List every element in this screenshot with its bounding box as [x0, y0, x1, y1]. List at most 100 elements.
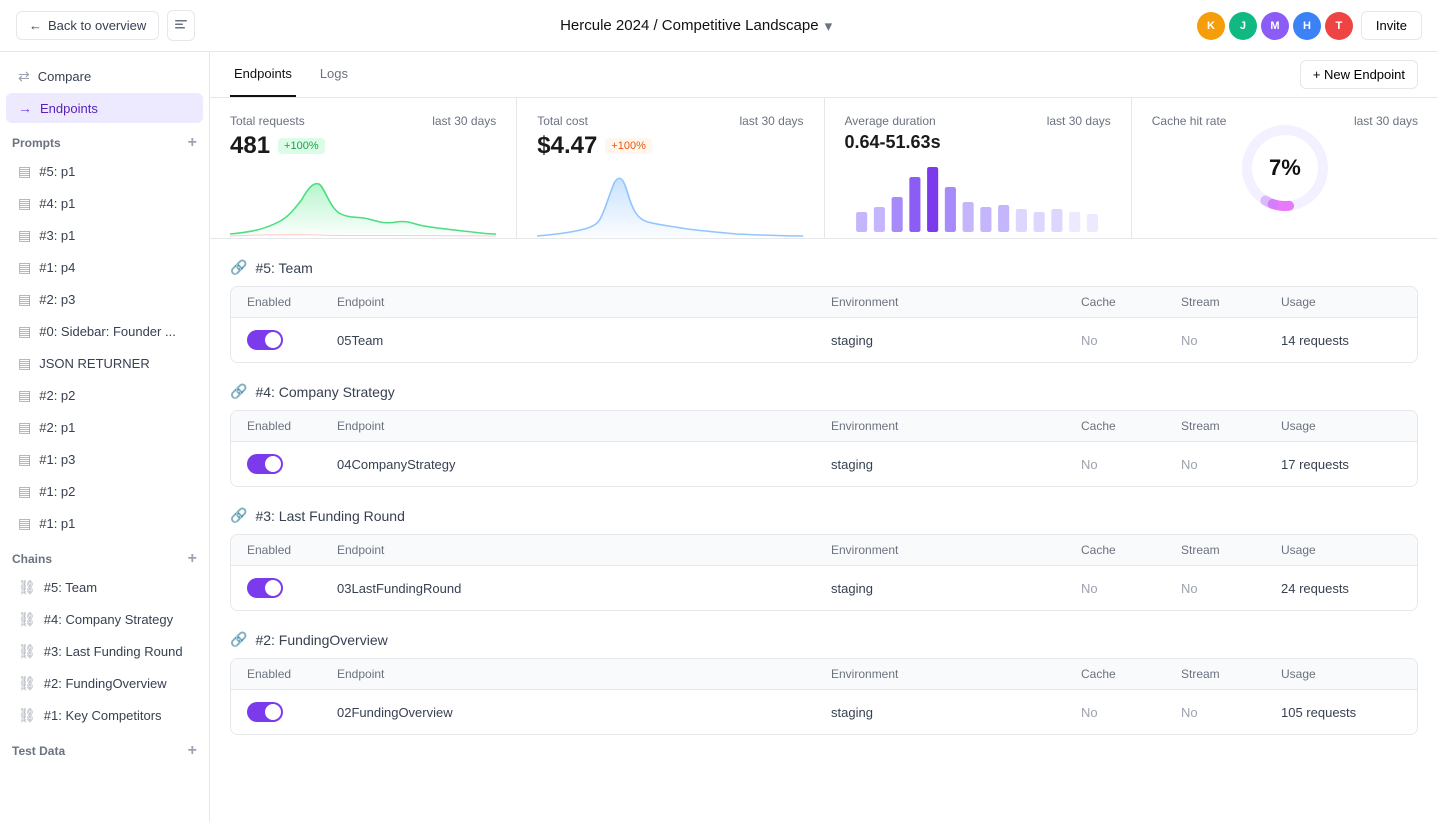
prompt-icon: ▤ — [18, 163, 31, 180]
stream-company: No — [1181, 457, 1281, 472]
sidebar-chain-competitors[interactable]: ⛓ #1: Key Competitors — [6, 700, 203, 731]
col-environment: Environment — [831, 295, 1081, 309]
stats-row: Total requests last 30 days 481 +100% — [210, 98, 1438, 239]
cache-hit-rate-value: 7% — [1269, 155, 1301, 181]
sidebar-item-endpoints[interactable]: → Endpoints — [6, 93, 203, 123]
chain-icon: ⛓ — [18, 579, 36, 596]
prompt-label: #0: Sidebar: Founder ... — [39, 324, 176, 339]
requests-chart — [230, 164, 496, 238]
chevron-down-icon: ▾ — [825, 17, 833, 35]
tabs-list: Endpoints Logs — [230, 52, 372, 97]
endpoints-icon: → — [18, 100, 32, 116]
sidebar-prompt-2p2[interactable]: ▤ #2: p2 — [6, 380, 203, 411]
sidebar-item-compare[interactable]: ⇄ Compare — [6, 61, 203, 92]
duration-chart-svg — [845, 157, 1111, 237]
stat-label-requests: Total requests — [230, 114, 305, 128]
sidebar-chain-funding-overview[interactable]: ⛓ #2: FundingOverview — [6, 668, 203, 699]
prompt-icon: ▤ — [18, 515, 31, 532]
prompt-icon: ▤ — [18, 387, 31, 404]
prompt-icon: ▤ — [18, 259, 31, 276]
stat-badge-cost: +100% — [605, 138, 652, 154]
prompt-icon: ▤ — [18, 227, 31, 244]
toggle-funding-overview[interactable] — [247, 702, 337, 722]
link-icon: 🔗 — [230, 507, 247, 524]
sidebar-compare-label: Compare — [38, 69, 91, 84]
main-layout: ⇄ Compare → Endpoints Prompts + ▤ #5: p1… — [0, 52, 1438, 822]
col-stream: Stream — [1181, 419, 1281, 433]
cost-chart — [537, 164, 803, 238]
toggle-company[interactable] — [247, 454, 337, 474]
sidebar-prompt-3p1[interactable]: ▤ #3: p1 — [6, 220, 203, 251]
invite-button[interactable]: Invite — [1361, 11, 1422, 40]
sidebar-prompt-1p1[interactable]: ▤ #1: p1 — [6, 508, 203, 539]
toggle-funding-round[interactable] — [247, 578, 337, 598]
col-environment: Environment — [831, 667, 1081, 681]
sidebar-prompt-1p4[interactable]: ▤ #1: p4 — [6, 252, 203, 283]
menu-icon — [174, 17, 188, 31]
sidebar-chains-section: Chains + — [0, 543, 209, 571]
sidebar-prompt-5p1[interactable]: ▤ #5: p1 — [6, 156, 203, 187]
compare-icon: ⇄ — [18, 68, 30, 85]
chain-label: #2: FundingOverview — [44, 676, 167, 691]
endpoint-table-funding-overview: Enabled Endpoint Environment Cache Strea… — [230, 658, 1418, 735]
prompt-label: #5: p1 — [39, 164, 75, 179]
prompt-icon: ▤ — [18, 355, 31, 372]
tab-endpoints[interactable]: Endpoints — [230, 52, 296, 97]
sidebar-prompt-0sidebar[interactable]: ▤ #0: Sidebar: Founder ... — [6, 316, 203, 347]
sidebar-chain-team[interactable]: ⛓ #5: Team — [6, 572, 203, 603]
col-stream: Stream — [1181, 295, 1281, 309]
col-endpoint: Endpoint — [337, 667, 831, 681]
sidebar-prompt-2p3[interactable]: ▤ #2: p3 — [6, 284, 203, 315]
sidebar-prompt-4p1[interactable]: ▤ #4: p1 — [6, 188, 203, 219]
sidebar-prompt-1p3[interactable]: ▤ #1: p3 — [6, 444, 203, 475]
endpoint-section-team: 🔗 #5: Team Enabled Endpoint Environment … — [230, 259, 1418, 363]
avatar-m: M — [1261, 12, 1289, 40]
sidebar-chain-company[interactable]: ⛓ #4: Company Strategy — [6, 604, 203, 635]
table-header-funding-round: Enabled Endpoint Environment Cache Strea… — [231, 535, 1417, 566]
sidebar-prompt-1p2[interactable]: ▤ #1: p2 — [6, 476, 203, 507]
environment-team: staging — [831, 333, 1081, 348]
stat-badge-requests: +100% — [278, 138, 325, 154]
avatar-h: H — [1293, 12, 1321, 40]
toggle-team[interactable] — [247, 330, 337, 350]
stat-period-duration: last 30 days — [1047, 114, 1111, 128]
cache-funding-round: No — [1081, 581, 1181, 596]
col-enabled: Enabled — [247, 667, 337, 681]
stat-period-cost: last 30 days — [739, 114, 803, 128]
prompt-icon: ▤ — [18, 451, 31, 468]
sidebar-prompt-json[interactable]: ▤ JSON RETURNER — [6, 348, 203, 379]
prompt-icon: ▤ — [18, 195, 31, 212]
sidebar-prompt-2p1[interactable]: ▤ #2: p1 — [6, 412, 203, 443]
col-enabled: Enabled — [247, 419, 337, 433]
sidebar-endpoints-label: Endpoints — [40, 101, 98, 116]
col-cache: Cache — [1081, 419, 1181, 433]
environment-funding-round: staging — [831, 581, 1081, 596]
stat-cache-hit-rate: Cache hit rate last 30 days 7% — [1132, 98, 1438, 238]
usage-funding-overview: 105 requests — [1281, 705, 1401, 720]
cost-chart-svg — [537, 164, 803, 238]
stat-label-duration: Average duration — [845, 114, 936, 128]
endpoint-section-funding-overview: 🔗 #2: FundingOverview Enabled Endpoint E… — [230, 631, 1418, 735]
add-chain-button[interactable]: + — [188, 551, 197, 567]
col-enabled: Enabled — [247, 543, 337, 557]
stat-value-requests: 481 — [230, 132, 270, 160]
endpoint-table-company: Enabled Endpoint Environment Cache Strea… — [230, 410, 1418, 487]
cache-company: No — [1081, 457, 1181, 472]
tab-logs[interactable]: Logs — [316, 52, 352, 97]
new-endpoint-button[interactable]: + New Endpoint — [1300, 60, 1418, 89]
menu-icon-button[interactable] — [167, 10, 195, 41]
back-button[interactable]: ← Back to overview — [16, 11, 159, 40]
tabs-bar: Endpoints Logs + New Endpoint — [210, 52, 1438, 98]
table-row: 05Team staging No No 14 requests — [231, 318, 1417, 362]
endpoint-section-company: 🔗 #4: Company Strategy Enabled Endpoint … — [230, 383, 1418, 487]
sidebar-chain-funding[interactable]: ⛓ #3: Last Funding Round — [6, 636, 203, 667]
section-title-funding-round: #3: Last Funding Round — [255, 508, 404, 524]
col-usage: Usage — [1281, 543, 1401, 557]
prompt-label: JSON RETURNER — [39, 356, 150, 371]
cache-funding-overview: No — [1081, 705, 1181, 720]
chain-icon: ⛓ — [18, 643, 36, 660]
add-testdata-button[interactable]: + — [188, 743, 197, 759]
add-prompt-button[interactable]: + — [188, 135, 197, 151]
prompt-icon: ▤ — [18, 419, 31, 436]
header-left: ← Back to overview — [16, 10, 195, 41]
